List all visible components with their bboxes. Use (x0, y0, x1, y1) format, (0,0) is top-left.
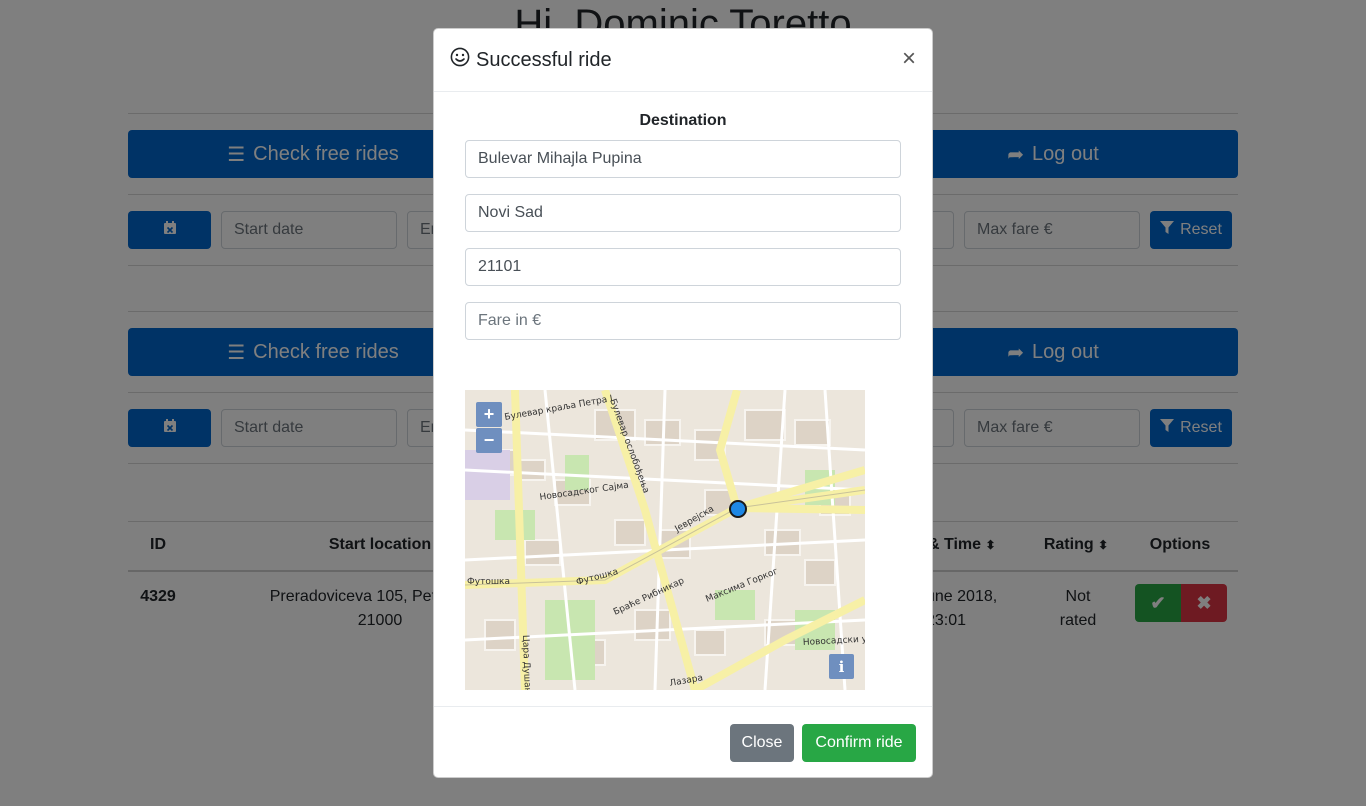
modal-footer: Close Confirm ride (434, 706, 932, 777)
map[interactable]: Булевар краља Петра I Булевар ослобођења… (465, 390, 865, 690)
destination-label: Destination (639, 112, 727, 129)
close-button[interactable]: Close (730, 724, 794, 762)
zoom-out-button[interactable]: − (476, 428, 502, 453)
modal-header: Successful ride × (434, 29, 932, 92)
zoom-in-button[interactable]: + (476, 402, 502, 427)
map-info-button[interactable]: i (829, 654, 854, 679)
map-tiles: Булевар краља Петра I Булевар ослобођења… (465, 390, 865, 690)
city-input[interactable]: Novi Sad (465, 194, 901, 232)
zip-input[interactable]: 21101 (465, 248, 901, 286)
smile-icon (450, 47, 470, 73)
street-input[interactable]: Bulevar Mihajla Pupina (465, 140, 901, 178)
successful-ride-modal: Successful ride × Destination Bulevar Mi… (433, 28, 933, 778)
modal-title: Successful ride (450, 47, 612, 73)
map-street-label: Цара Душана (520, 635, 532, 690)
close-icon[interactable]: × (902, 46, 916, 72)
confirm-ride-button[interactable]: Confirm ride (802, 724, 916, 762)
location-marker (729, 500, 747, 518)
modal-title-text: Successful ride (476, 48, 612, 71)
map-street-label: Футошка (467, 577, 510, 587)
fare-input[interactable]: Fare in € (465, 302, 901, 340)
